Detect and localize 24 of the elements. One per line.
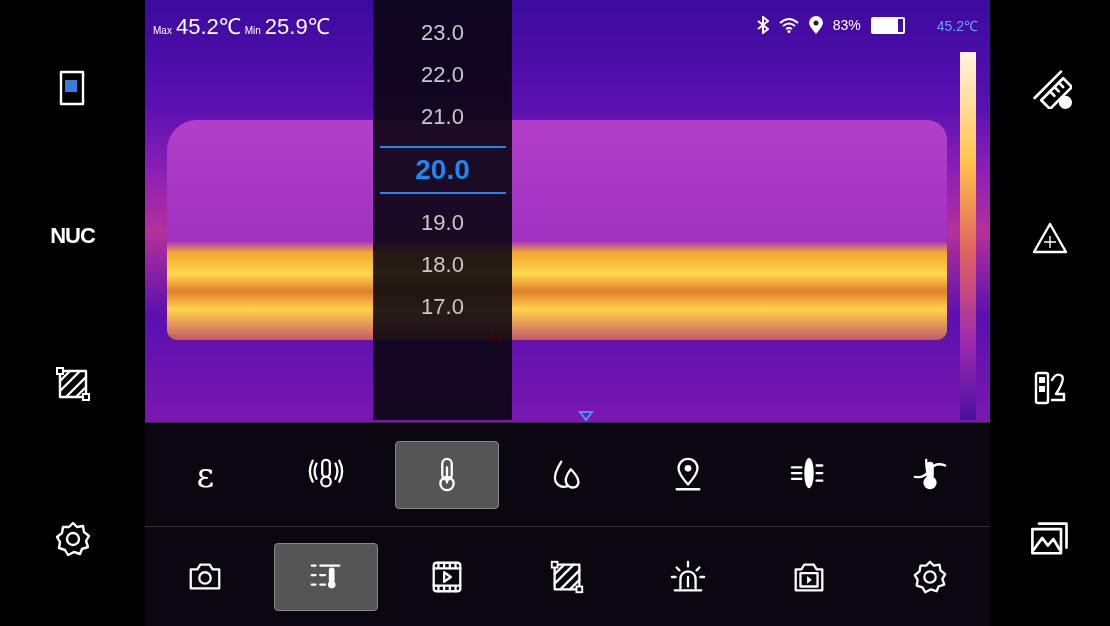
dropdown-triangle-icon[interactable] (578, 410, 594, 422)
picker-value[interactable]: 19.0 (415, 210, 470, 236)
mode-button[interactable] (274, 543, 379, 611)
emissivity-button[interactable]: ε (153, 440, 258, 509)
nuc-button[interactable]: NUC (50, 222, 95, 249)
min-label: Min (244, 25, 261, 36)
picker-value[interactable]: 21.0 (415, 104, 470, 130)
max-temperature: 45.2℃ (175, 13, 241, 40)
bluetooth-icon (756, 16, 769, 34)
battery-icon (870, 16, 905, 34)
battery-percent: 83% (832, 17, 861, 33)
max-label: Max (153, 25, 172, 36)
picker-value[interactable]: 23.0 (415, 20, 470, 46)
picker-value[interactable]: 17.0 (415, 294, 470, 320)
wifi-icon (778, 17, 799, 33)
location-icon (808, 16, 823, 34)
min-temperature: 25.9℃ (264, 13, 330, 40)
picker-value[interactable]: 18.0 (415, 252, 470, 278)
temperature-picker[interactable]: 23.0 22.0 21.0 20.0 19.0 18.0 17.0 (373, 0, 512, 420)
marker-triangle-icon (489, 330, 501, 342)
tool-button[interactable] (394, 440, 499, 509)
picker-value[interactable]: 20.0 (379, 146, 506, 194)
picker-value[interactable]: 22.0 (415, 62, 470, 88)
scale-max-temperature: 45.2℃ (936, 16, 978, 35)
